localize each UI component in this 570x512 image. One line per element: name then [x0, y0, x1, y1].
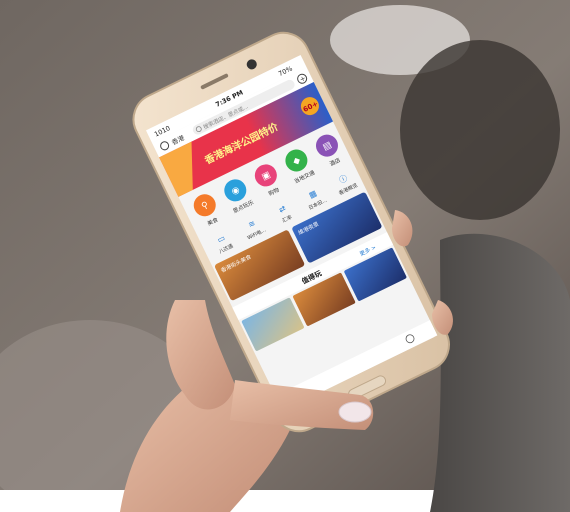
sleeve: [430, 233, 570, 512]
thumbnail: [338, 401, 372, 423]
photo-canvas: 1010 7:36 PM 70% 香港 搜索酒店、景点或... + 香港海洋公园…: [0, 0, 570, 512]
photo-scene: 1010 7:36 PM 70% 香港 搜索酒店、景点或... + 香港海洋公园…: [0, 0, 570, 512]
background-dark-blob: [400, 40, 560, 220]
